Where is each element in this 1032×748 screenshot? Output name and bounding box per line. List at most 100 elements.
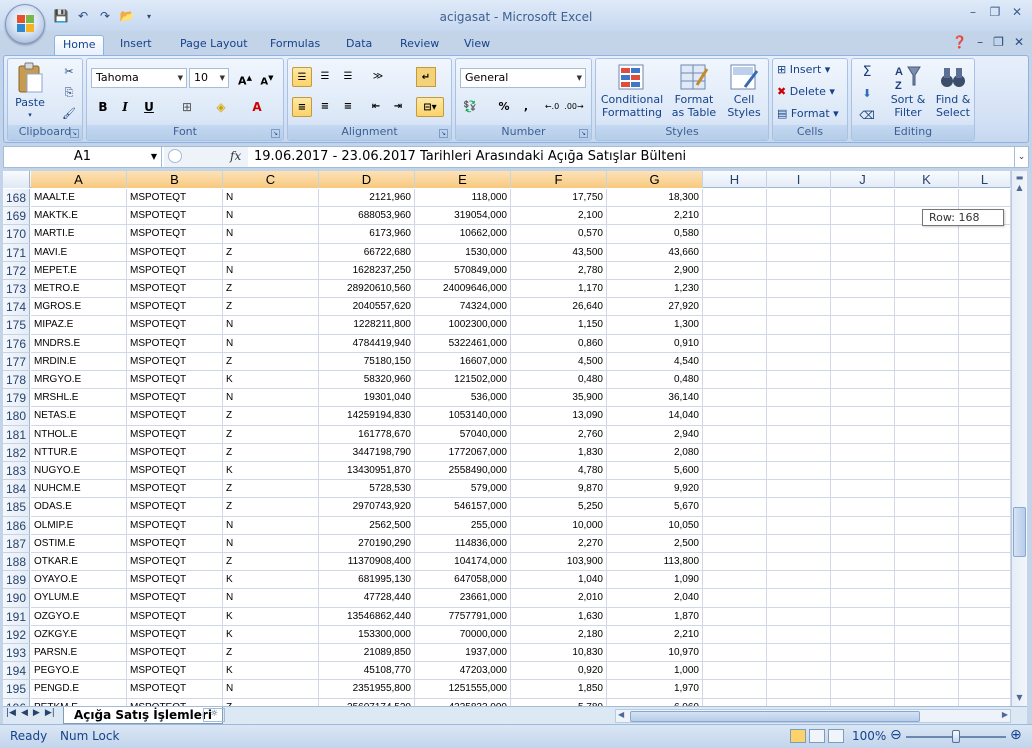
cell-b[interactable]: MSPOTEQT [127,207,223,226]
row-header[interactable]: 184 [3,480,30,499]
cell-g[interactable]: 10,050 [607,516,703,535]
cell-l[interactable] [959,571,1011,590]
find-select-button[interactable]: Find & Select [932,63,974,119]
cell-e[interactable]: 546157,000 [415,498,511,517]
row-header[interactable]: 175 [3,316,30,335]
row-header[interactable]: 179 [3,389,30,408]
cut-icon[interactable]: ✂ [60,63,78,81]
cell-c[interactable]: Z [223,298,319,317]
row-header[interactable]: 193 [3,644,30,663]
cell-d[interactable]: 14259194,830 [319,407,415,426]
cell-e[interactable]: 1002300,000 [415,316,511,335]
cell-l[interactable] [959,443,1011,462]
cell-g[interactable]: 4,540 [607,352,703,371]
cell-b[interactable]: MSPOTEQT [127,425,223,444]
cell-k[interactable] [895,480,959,499]
cell-c[interactable]: N [223,589,319,608]
cell-b[interactable]: MSPOTEQT [127,698,223,706]
cell-d[interactable]: 2040557,620 [319,298,415,317]
cell-e[interactable]: 1937,000 [415,644,511,663]
cell-j[interactable] [831,516,895,535]
cell-f[interactable]: 2,010 [511,589,607,608]
cell-g[interactable]: 14,040 [607,407,703,426]
cell-a[interactable]: OYAYO.E [31,571,127,590]
cell-h[interactable] [703,189,767,208]
cell-h[interactable] [703,516,767,535]
row-header[interactable]: 178 [3,371,30,390]
cell-g[interactable]: 2,900 [607,261,703,280]
cell-c[interactable]: N [223,534,319,553]
cell-f[interactable]: 10,830 [511,644,607,663]
cell-c[interactable]: Z [223,443,319,462]
cell-d[interactable]: 4784419,940 [319,334,415,353]
cell-a[interactable]: OYLUM.E [31,589,127,608]
cell-g[interactable]: 10,970 [607,644,703,663]
percent-icon[interactable]: % [494,97,514,117]
cell-b[interactable]: MSPOTEQT [127,298,223,317]
cell-l[interactable] [959,462,1011,481]
cell-a[interactable]: MRGYO.E [31,371,127,390]
cell-e[interactable]: 118,000 [415,189,511,208]
tab-page-layout[interactable]: Page Layout [172,35,256,55]
restore-button[interactable]: ❐ [986,4,1004,20]
cell-g[interactable]: 43,660 [607,243,703,262]
row-header[interactable]: 172 [3,261,30,280]
row-header[interactable]: 171 [3,243,30,262]
cell-g[interactable]: 5,600 [607,462,703,481]
zoom-level[interactable]: 100% [852,729,886,743]
cell-g[interactable]: 0,480 [607,371,703,390]
workbook-restore-button[interactable]: ❐ [993,35,1004,49]
align-middle-icon[interactable]: ☰ [315,67,335,87]
cell-e[interactable]: 5322461,000 [415,334,511,353]
cell-d[interactable]: 2351955,800 [319,680,415,699]
cell-i[interactable] [767,480,831,499]
cell-f[interactable]: 2,100 [511,207,607,226]
cell-h[interactable] [703,352,767,371]
cell-l[interactable] [959,680,1011,699]
tab-data[interactable]: Data [338,35,380,55]
cell-e[interactable]: 70000,000 [415,625,511,644]
zoom-out-icon[interactable]: ⊖ [890,727,902,743]
cell-l[interactable] [959,553,1011,572]
cell-a[interactable]: NTHOL.E [31,425,127,444]
cell-b[interactable]: MSPOTEQT [127,534,223,553]
first-sheet-icon[interactable]: |◀ [6,708,16,718]
cell-l[interactable] [959,698,1011,706]
row-header[interactable]: 170 [3,225,30,244]
prev-sheet-icon[interactable]: ◀ [21,708,28,718]
scroll-down-icon[interactable]: ▼ [1012,691,1027,705]
cell-h[interactable] [703,534,767,553]
cell-g[interactable]: 18,300 [607,189,703,208]
cell-k[interactable] [895,316,959,335]
cell-k[interactable] [895,516,959,535]
sheet-tab-active[interactable]: Açığa Satış İşlemleri [63,707,223,724]
cell-k[interactable] [895,534,959,553]
row-header[interactable]: 180 [3,407,30,426]
cell-e[interactable]: 1053140,000 [415,407,511,426]
cell-e[interactable]: 114836,000 [415,534,511,553]
cell-a[interactable]: MAALT.E [31,189,127,208]
cell-g[interactable]: 36,140 [607,389,703,408]
cell-e[interactable]: 1251555,000 [415,680,511,699]
tab-formulas[interactable]: Formulas [262,35,328,55]
cell-f[interactable]: 2,760 [511,425,607,444]
cell-l[interactable] [959,371,1011,390]
cell-h[interactable] [703,243,767,262]
cell-f[interactable]: 17,750 [511,189,607,208]
cell-i[interactable] [767,644,831,663]
cell-g[interactable]: 113,800 [607,553,703,572]
column-header-k[interactable]: K [895,171,959,188]
cell-d[interactable]: 6173,960 [319,225,415,244]
scroll-right-icon[interactable]: ▶ [1002,710,1008,719]
cell-c[interactable]: Z [223,425,319,444]
cell-i[interactable] [767,625,831,644]
row-header[interactable]: 189 [3,571,30,590]
cell-b[interactable]: MSPOTEQT [127,553,223,572]
fill-icon[interactable]: ⬇ [858,85,876,103]
font-name-combo[interactable]: Tahoma ▼ [91,68,187,88]
cell-g[interactable]: 6,060 [607,698,703,706]
cell-e[interactable]: 1772067,000 [415,443,511,462]
cell-b[interactable]: MSPOTEQT [127,443,223,462]
cell-c[interactable]: K [223,462,319,481]
delete-cells-button[interactable]: ✖ Delete ▾ [777,85,835,98]
